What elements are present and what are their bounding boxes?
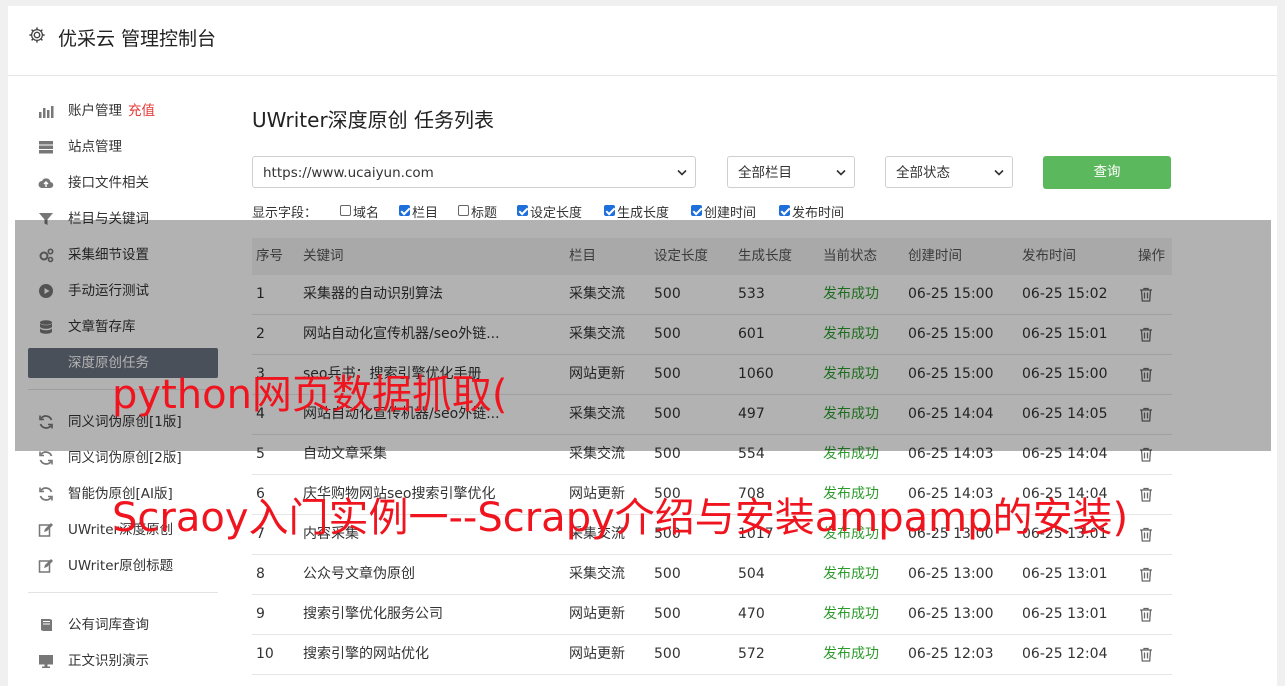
sidebar-item[interactable]: 账户管理 充值 [28, 96, 218, 126]
column-cell: 采集交流 [569, 566, 625, 582]
created-time-cell: 06-25 12:03 [908, 646, 994, 662]
table-row: 9 搜索引擎优化服务公司 网站更新 500 470 发布成功 06-25 13:00 06-2… [252, 595, 1172, 635]
created-time-cell: 06-25 13:00 [908, 606, 994, 622]
field-checkbox-label: 栏目 [412, 206, 439, 221]
sidebar-item-label: 账户管理 [68, 103, 122, 119]
column-select-value: 全部栏目 [738, 165, 792, 181]
display-fields-label: 显示字段： [252, 206, 318, 221]
edit-icon [38, 559, 53, 573]
checkbox-box[interactable] [517, 205, 528, 216]
table-row: 8 公众号文章伪原创 采集交流 500 504 发布成功 06-25 13:00 06-25 … [252, 555, 1172, 595]
checkbox-box[interactable] [779, 205, 790, 216]
refresh-icon [39, 451, 53, 465]
sidebar-item-label: 接口文件相关 [68, 175, 149, 191]
checkbox-box[interactable] [691, 205, 702, 216]
trash-icon[interactable] [1139, 527, 1153, 542]
app-title: 优采云 管理控制台 [58, 28, 217, 50]
sidebar-item-label: 正文识别演示 [68, 653, 149, 669]
table-row: 10 搜索引擎的网站优化 网站更新 500 572 发布成功 06-25 12:03 06-2… [252, 635, 1172, 675]
site-select[interactable]: https://www.ucaiyun.com [252, 156, 696, 188]
status-select-value: 全部状态 [896, 165, 950, 181]
field-checkbox-label: 发布时间 [792, 206, 845, 221]
sidebar-item[interactable]: 正文识别演示 [28, 646, 218, 676]
checkbox-box[interactable] [399, 205, 410, 216]
gen-length-cell: 470 [738, 606, 765, 622]
row-index: 8 [256, 566, 265, 582]
column-cell: 网站更新 [569, 606, 625, 622]
published-time-cell: 06-25 12:04 [1022, 646, 1108, 662]
row-index: 10 [256, 646, 274, 662]
edit-icon [38, 523, 53, 537]
trash-icon[interactable] [1139, 647, 1153, 662]
set-length-cell: 500 [654, 566, 681, 582]
display-fields: 显示字段： 域名 栏目 标题 设定长度 生成长度 创建时间 发布时间 [252, 202, 1172, 222]
sidebar-item[interactable]: 接口文件相关 [28, 168, 218, 198]
overlay-title-line1: python网页数据抓取( [112, 372, 508, 418]
published-time-cell: 06-25 13:01 [1022, 566, 1108, 582]
field-checkbox-label: 生成长度 [617, 206, 670, 221]
sidebar-item-label: 站点管理 [68, 139, 122, 155]
field-checkbox-label: 设定长度 [530, 206, 583, 221]
status-cell: 发布成功 [823, 606, 879, 622]
site-select-value: https://www.ucaiyun.com [263, 165, 434, 181]
sidebar-item[interactable]: 公有词库查询 [28, 610, 218, 640]
checkbox-box[interactable] [340, 205, 351, 216]
monitor-icon [39, 655, 53, 668]
checkbox-box[interactable] [458, 205, 469, 216]
column-cell: 网站更新 [569, 646, 625, 662]
sidebar-item[interactable]: 站点管理 [28, 132, 218, 162]
row-index: 9 [256, 606, 265, 622]
keyword-cell[interactable]: 公众号文章伪原创 [303, 555, 415, 594]
sidebar-divider [28, 592, 218, 593]
sidebar-item-label: UWriter原创标题 [68, 558, 174, 574]
query-button[interactable]: 查询 [1043, 156, 1171, 189]
field-checkbox-label: 创建时间 [704, 206, 757, 221]
keyword-cell[interactable]: 搜索引擎的网站优化 [303, 635, 429, 674]
chevron-down-icon [677, 169, 687, 176]
keyword-cell[interactable]: 搜索引擎优化服务公司 [303, 595, 443, 634]
field-checkbox-label: 域名 [353, 206, 380, 221]
set-length-cell: 500 [654, 606, 681, 622]
chevron-down-icon [994, 169, 1004, 176]
status-cell: 发布成功 [823, 646, 879, 662]
cloud-upload-icon [38, 178, 54, 189]
status-cell: 发布成功 [823, 566, 879, 582]
overlay-title-line2: Scraoy入门实例一--Scrapy介绍与安装ampamp的安装) [112, 495, 1129, 541]
gear-icon [29, 27, 45, 43]
field-checkbox-label: 标题 [471, 206, 498, 221]
refresh-icon [39, 487, 53, 501]
top-bar: 优采云 管理控制台 [8, 6, 1277, 76]
trash-icon[interactable] [1139, 567, 1153, 582]
bar-chart-icon [39, 106, 54, 118]
checkbox-box[interactable] [604, 205, 615, 216]
trash-icon[interactable] [1139, 487, 1153, 502]
sidebar-item-label: 公有词库查询 [68, 617, 149, 633]
gen-length-cell: 572 [738, 646, 765, 662]
set-length-cell: 500 [654, 646, 681, 662]
page-title: UWriter深度原创 任务列表 [252, 108, 495, 132]
gen-length-cell: 504 [738, 566, 765, 582]
book-icon [41, 619, 52, 631]
column-select[interactable]: 全部栏目 [727, 156, 855, 188]
published-time-cell: 06-25 13:01 [1022, 606, 1108, 622]
recharge-badge[interactable]: 充值 [128, 96, 155, 126]
chevron-down-icon [836, 169, 846, 176]
server-icon [39, 141, 53, 154]
status-select[interactable]: 全部状态 [885, 156, 1013, 188]
created-time-cell: 06-25 13:00 [908, 566, 994, 582]
trash-icon[interactable] [1139, 607, 1153, 622]
sidebar-item[interactable]: UWriter原创标题 [28, 551, 218, 581]
